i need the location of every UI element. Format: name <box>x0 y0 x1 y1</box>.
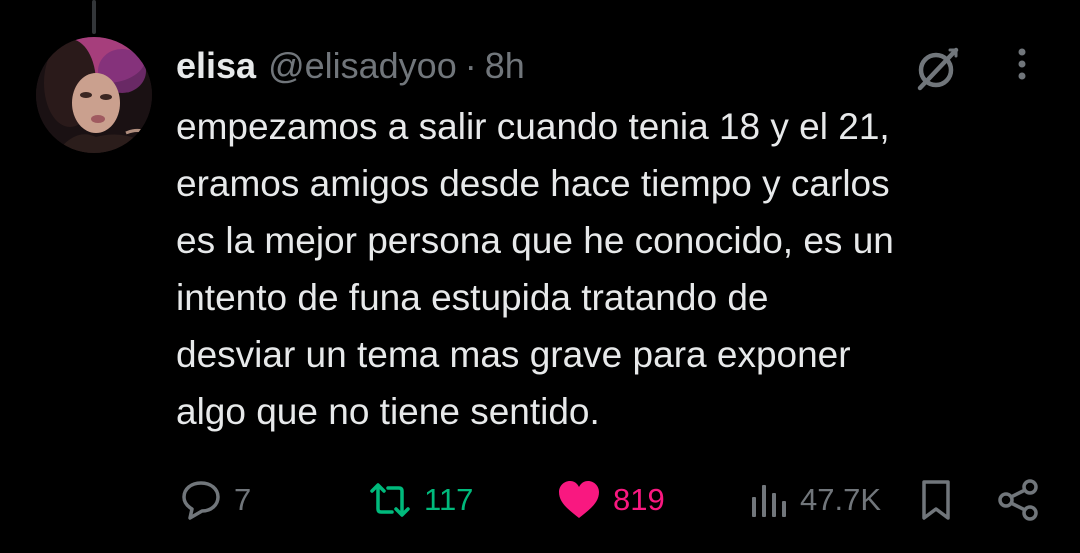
like-icon <box>559 481 599 518</box>
reply-button[interactable]: 7 <box>178 476 251 524</box>
action-bar: 7 117 819 47.7K <box>0 468 1080 532</box>
views-icon <box>752 485 786 517</box>
timestamp[interactable]: 8h <box>485 45 525 87</box>
thread-line <box>92 0 96 34</box>
grok-icon[interactable] <box>910 42 964 96</box>
share-button[interactable] <box>996 476 1040 524</box>
reply-count: 7 <box>234 482 252 517</box>
retweet-icon <box>370 483 410 517</box>
like-count: 819 <box>613 482 665 517</box>
avatar[interactable] <box>36 37 152 153</box>
tweet-text-line: algo que no tiene sentido. <box>176 391 600 432</box>
tweet-text-line: empezamos a salir cuando tenia 18 y el 2… <box>176 106 890 147</box>
display-name[interactable]: elisa <box>176 45 256 87</box>
reply-icon <box>182 481 220 520</box>
views-button[interactable]: 47.7K <box>748 476 881 524</box>
tweet-text: empezamos a salir cuando tenia 18 y el 2… <box>176 98 1056 440</box>
separator-dot: · <box>464 45 477 86</box>
retweet-count: 117 <box>424 482 474 517</box>
like-button[interactable]: 819 <box>555 476 665 524</box>
more-icon[interactable] <box>1008 44 1036 84</box>
bookmark-icon <box>922 480 950 520</box>
retweet-button[interactable]: 117 <box>366 476 473 524</box>
tweet-text-line: eramos amigos desde hace tiempo y carlos <box>176 163 890 204</box>
share-icon <box>998 479 1038 521</box>
user-handle[interactable]: @elisadyoo <box>268 45 457 87</box>
tweet-header: elisa @elisadyoo · 8h <box>176 40 525 92</box>
tweet-text-line: desviar un tema mas grave para exponer <box>176 334 851 375</box>
avatar-image <box>36 37 152 153</box>
bookmark-button[interactable] <box>916 476 956 524</box>
tweet-text-line: es la mejor persona que he conocido, es … <box>176 220 894 261</box>
tweet-text-line: intento de funa estupida tratando de <box>176 277 769 318</box>
views-count: 47.7K <box>800 482 882 517</box>
